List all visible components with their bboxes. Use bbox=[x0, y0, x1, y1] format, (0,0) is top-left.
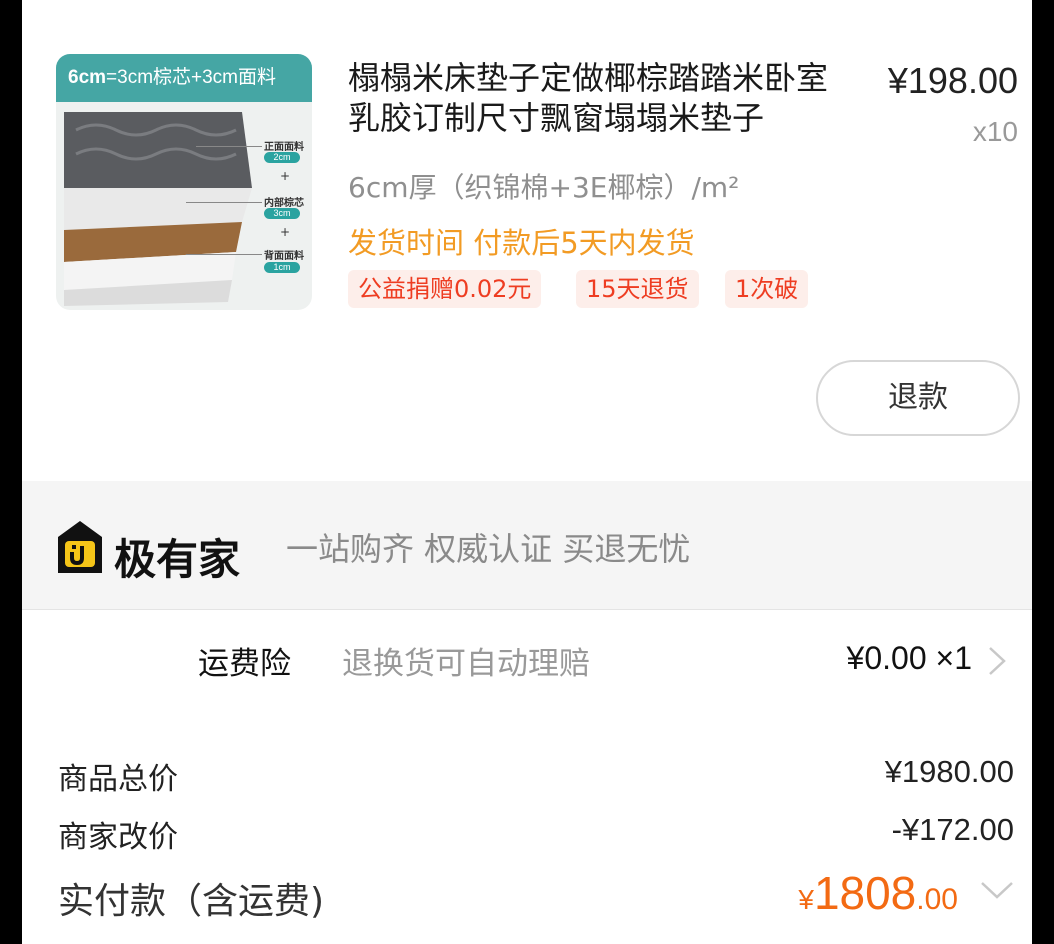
product-title[interactable]: 榻榻米床垫子定做椰棕踏踏米卧室乳胶订制尺寸飘窗塌塌米垫子 bbox=[348, 58, 853, 138]
paid-amount-value: ¥1808.00 bbox=[798, 867, 958, 919]
chevron-right-icon[interactable] bbox=[982, 646, 1012, 676]
price-adjustment-value: -¥172.00 bbox=[891, 812, 1014, 847]
product-image-caption: 6cm=3cm棕芯+3cm面料 bbox=[56, 54, 312, 102]
layer-size-middle: 3cm bbox=[264, 208, 300, 219]
refund-button[interactable]: 退款 bbox=[816, 360, 1020, 436]
subtotal-value: ¥1980.00 bbox=[884, 754, 1014, 789]
layer-label-top: 正面面料 bbox=[264, 142, 304, 153]
brand-logo-text: 极有家 bbox=[114, 535, 241, 584]
product-spec: 6cm厚（织锦棉+3E椰棕）/m² bbox=[348, 171, 740, 204]
home-logo-icon bbox=[58, 521, 102, 573]
layer-label-bottom: 背面面料 bbox=[264, 251, 304, 262]
shipping-time: 发货时间 付款后5天内发货 bbox=[348, 226, 695, 260]
shipping-insurance-description: 退换货可自动理赔 bbox=[342, 646, 590, 682]
subtotal-label: 商品总价 bbox=[58, 762, 178, 797]
tag-return-15-days: 15天退货 bbox=[576, 270, 699, 308]
screen-frame-left bbox=[0, 0, 22, 944]
layer-size-top: 2cm bbox=[264, 152, 300, 163]
tag-damage-guarantee: 1次破 bbox=[725, 270, 809, 308]
shipping-insurance-price[interactable]: ¥0.00 ×1 bbox=[847, 640, 972, 677]
tag-charity: 公益捐赠0.02元 bbox=[348, 270, 542, 308]
paid-amount-label: 实付款（含运费) bbox=[58, 881, 325, 922]
screen-frame-right bbox=[1032, 0, 1054, 944]
layer-size-bottom: 1cm bbox=[264, 262, 300, 273]
product-image[interactable]: 6cm=3cm棕芯+3cm面料 正面面料 2cm + 内部棕芯 3cm + 背面… bbox=[56, 54, 312, 310]
layer-label-middle: 内部棕芯 bbox=[264, 198, 304, 209]
chevron-down-icon[interactable] bbox=[980, 880, 1014, 900]
shipping-insurance-label: 运费险 bbox=[198, 646, 291, 682]
brand-slogan: 一站购齐 权威认证 买退无忧 bbox=[286, 530, 691, 568]
product-quantity: x10 bbox=[972, 116, 1018, 147]
product-price: ¥198.00 bbox=[887, 60, 1018, 101]
price-adjustment-label: 商家改价 bbox=[58, 820, 178, 855]
